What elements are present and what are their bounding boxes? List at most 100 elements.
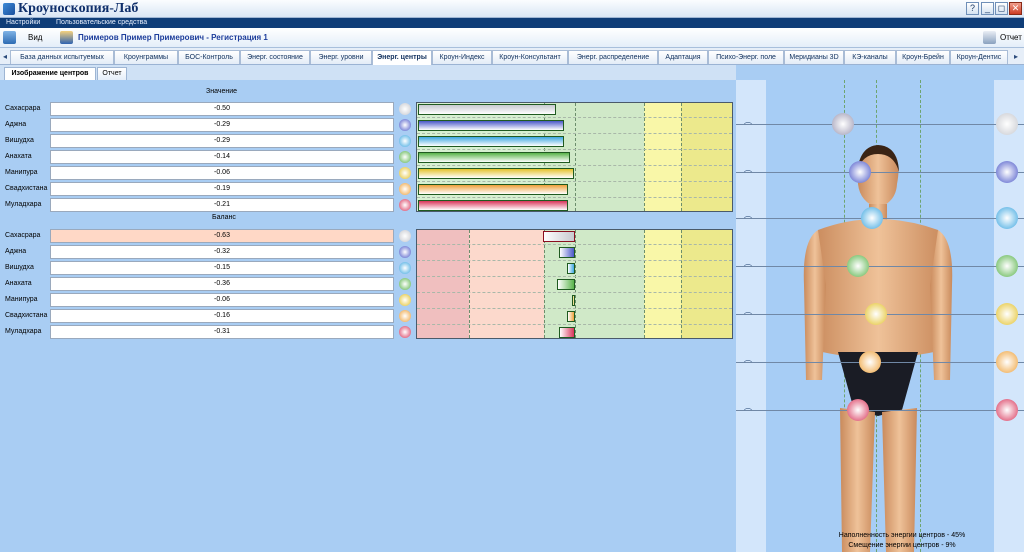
tab-crown-consultant[interactable]: Кроун-Консультант [492, 50, 568, 64]
subtab-centers-image[interactable]: Изображение центров [4, 67, 96, 80]
level-arrow-icon[interactable]: ⌒ [744, 361, 758, 369]
tab-crown-brain[interactable]: Кроун-Брейн [896, 50, 950, 64]
tabs-scroll-right-icon[interactable]: ▸ [1012, 51, 1020, 63]
tab-energy-distribution[interactable]: Энерг. распределение [568, 50, 658, 64]
balance-bar [559, 247, 575, 258]
tab-energy-centers[interactable]: Энерг. центры [372, 50, 432, 65]
balance-cell-vishuddha: -0.15 [50, 261, 394, 275]
menu-settings[interactable]: Настройки [6, 18, 40, 28]
value-cell-anahata: -0.14 [50, 150, 394, 164]
side-vishuddha-icon [996, 207, 1018, 229]
value-cell-vishuddha: -0.29 [50, 134, 394, 148]
value-cell-manipura: -0.06 [50, 166, 394, 180]
side-anahata-icon [996, 255, 1018, 277]
value-bar [418, 104, 556, 115]
value-section-title: Значение [206, 88, 238, 95]
value-bar [418, 184, 568, 195]
value-label-vishuddha: Вишудха [5, 137, 34, 144]
balance-cell-anahata: -0.36 [50, 277, 394, 291]
energy-fill-text: Наполненность энергии центров - 45% [838, 532, 966, 539]
anahata-icon [399, 151, 411, 163]
vishuddha-icon [399, 262, 411, 274]
view-button[interactable]: Вид [28, 33, 42, 42]
tab-bos-control[interactable]: БОС-Контроль [178, 50, 240, 64]
level-arrow-icon[interactable]: ⌒ [744, 265, 758, 273]
tab-energy-state[interactable]: Энерг. состояние [240, 50, 310, 64]
body-manipura-icon [865, 303, 887, 325]
balance-bars-chart [416, 229, 733, 339]
side-ajna-icon [996, 161, 1018, 183]
tab-energy-levels[interactable]: Энерг. уровни [310, 50, 372, 64]
balance-label-manipura: Манипура [5, 296, 38, 303]
report-icon[interactable] [983, 31, 996, 44]
value-label-sahasrara: Сахасрара [5, 105, 41, 112]
maximize-button[interactable]: ◻ [995, 2, 1008, 15]
value-label-ajna: Аджна [5, 121, 27, 128]
level-arrow-icon[interactable]: ⌒ [744, 123, 758, 131]
close-button[interactable]: ✕ [1009, 2, 1022, 15]
value-label-svadhisthana: Свадхистана [5, 185, 48, 192]
side-manipura-icon [996, 303, 1018, 325]
sahasrara-icon [399, 230, 411, 242]
value-bar [418, 152, 570, 163]
help-button[interactable]: ? [966, 2, 979, 15]
balance-cell-muladhara: -0.31 [50, 325, 394, 339]
balance-bar [572, 295, 575, 306]
tab-ke-channels[interactable]: КЭ-каналы [844, 50, 896, 64]
balance-bar [567, 311, 575, 322]
side-muladhara-icon [996, 399, 1018, 421]
tab-database[interactable]: База данных испытуемых [10, 50, 114, 64]
patient-icon [60, 31, 73, 44]
svadhisthana-icon [399, 310, 411, 322]
app-icon [3, 3, 15, 15]
subtab-report[interactable]: Отчет [97, 67, 127, 80]
balance-label-ajna: Аджна [5, 248, 27, 255]
ajna-icon [399, 119, 411, 131]
menu-user-tools[interactable]: Пользовательские средства [56, 18, 147, 28]
balance-label-svadhisthana: Свадхистана [5, 312, 48, 319]
balance-cell-svadhisthana: -0.16 [50, 309, 394, 323]
level-arrow-icon[interactable]: ⌒ [744, 313, 758, 321]
body-figure-panel: ⌒ ⌒ ⌒ ⌒ ⌒ ⌒ ⌒ Наполненность энергии цент… [736, 80, 1024, 552]
anahata-icon [399, 278, 411, 290]
tab-crown-dentis[interactable]: Кроун-Дентис [950, 50, 1008, 64]
value-label-manipura: Манипура [5, 169, 38, 176]
svadhisthana-icon [399, 183, 411, 195]
balance-label-muladhara: Муладхара [5, 328, 42, 335]
value-bars-chart [416, 102, 733, 212]
tab-crown-index[interactable]: Кроун-Индекс [432, 50, 492, 64]
muladhara-icon [399, 199, 411, 211]
view-icon[interactable] [3, 31, 16, 44]
value-bar [418, 168, 574, 179]
value-cell-sahasrara: -0.50 [50, 102, 394, 116]
value-cell-ajna: -0.29 [50, 118, 394, 132]
balance-cell-manipura: -0.06 [50, 293, 394, 307]
toolbar: Вид Примеров Пример Примерович - Регистр… [0, 28, 1024, 48]
value-cell-svadhisthana: -0.19 [50, 182, 394, 196]
tab-psycho-energy-field[interactable]: Психо-Энерг. поле [708, 50, 784, 64]
level-arrow-icon[interactable]: ⌒ [744, 217, 758, 225]
balance-bar [543, 231, 575, 242]
sahasrara-icon [399, 103, 411, 115]
body-anahata-icon [847, 255, 869, 277]
level-arrow-icon[interactable]: ⌒ [744, 409, 758, 417]
body-sahasrara-icon [832, 113, 854, 135]
tab-meridians-3d[interactable]: Меридианы 3D [784, 50, 844, 64]
manipura-icon [399, 167, 411, 179]
muladhara-icon [399, 326, 411, 338]
value-label-muladhara: Муладхара [5, 201, 42, 208]
level-arrow-icon[interactable]: ⌒ [744, 171, 758, 179]
tab-adaptation[interactable]: Адаптация [658, 50, 708, 64]
balance-bar [567, 263, 575, 274]
vishuddha-icon [399, 135, 411, 147]
side-sahasrara-icon [996, 113, 1018, 135]
tab-crowngrams[interactable]: Кроунграммы [114, 50, 178, 64]
side-svadhisthana-icon [996, 351, 1018, 373]
value-label-anahata: Анахата [5, 153, 32, 160]
report-button[interactable]: Отчет [1000, 33, 1022, 42]
minimize-button[interactable]: _ [981, 2, 994, 15]
tabs-scroll-left-icon[interactable]: ◂ [1, 51, 9, 63]
body-muladhara-icon [847, 399, 869, 421]
balance-label-anahata: Анахата [5, 280, 32, 287]
title-bar: Кроуноскопия-Лаб ? _ ◻ ✕ [0, 0, 1024, 18]
